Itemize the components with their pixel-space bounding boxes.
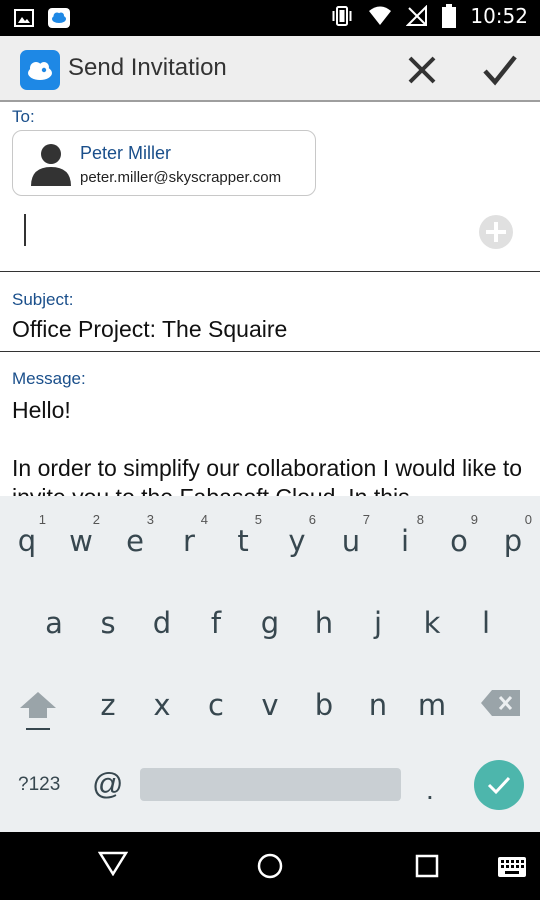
key-x[interactable]: x (135, 664, 189, 734)
to-label: To: (12, 107, 35, 126)
no-signal-icon (406, 5, 428, 26)
key-a[interactable]: a (27, 582, 81, 652)
key-w[interactable]: 2w (54, 500, 108, 570)
message-label: Message: (12, 369, 86, 388)
key-label: h (314, 606, 334, 640)
key-label: p (503, 524, 523, 558)
key-label: o (450, 524, 468, 558)
key-f[interactable]: f (189, 582, 243, 652)
vibrate-icon (332, 6, 352, 26)
recipient-email: peter.miller@skyscrapper.com (80, 169, 282, 186)
key-label: f (210, 606, 222, 640)
key-label: v (261, 688, 279, 722)
key-z[interactable]: z (81, 664, 135, 734)
key-i[interactable]: 8i (378, 500, 432, 570)
shift-key-icon[interactable] (16, 684, 60, 734)
key-l[interactable]: l (459, 582, 513, 652)
at-key[interactable]: @ (92, 766, 123, 802)
key-label: z (100, 688, 116, 722)
navigation-bar (0, 832, 540, 900)
back-icon[interactable] (98, 850, 128, 876)
cloud-logo-icon (20, 50, 60, 90)
recipient-input[interactable] (12, 208, 472, 252)
period-key[interactable]: . (426, 774, 434, 806)
key-u[interactable]: 7u (324, 500, 378, 570)
keyboard-switch-icon[interactable] (497, 856, 527, 878)
key-label: u (341, 524, 361, 558)
key-label: k (423, 606, 441, 640)
key-label: j (373, 606, 383, 640)
key-label: w (69, 524, 93, 558)
avatar-icon (31, 144, 71, 186)
page-title: Send Invitation (68, 54, 227, 81)
divider (0, 271, 540, 272)
app-bar: Send Invitation (0, 36, 540, 102)
key-label: m (417, 688, 447, 722)
key-d[interactable]: d (135, 582, 189, 652)
subject-field[interactable]: Office Project: The Squaire (12, 316, 287, 343)
divider (0, 351, 540, 352)
key-r[interactable]: 4r (162, 500, 216, 570)
send-button[interactable] (478, 48, 522, 92)
enter-key[interactable] (474, 760, 524, 810)
text-caret (24, 214, 26, 246)
key-label: r (183, 524, 195, 558)
close-icon (408, 56, 436, 84)
status-bar: 10:52 (0, 0, 540, 36)
wifi-icon (369, 6, 392, 25)
key-label: g (260, 606, 280, 640)
key-b[interactable]: b (297, 664, 351, 734)
key-label: x (153, 688, 171, 722)
close-button[interactable] (400, 50, 444, 90)
key-label: i (400, 524, 410, 558)
key-t[interactable]: 5t (216, 500, 270, 570)
key-k[interactable]: k (405, 582, 459, 652)
key-label: t (237, 524, 249, 558)
recipient-name: Peter Miller (80, 143, 172, 163)
key-label: s (100, 606, 116, 640)
space-key[interactable] (140, 768, 401, 801)
recents-icon[interactable] (415, 854, 439, 878)
key-q[interactable]: 1q (0, 500, 54, 570)
key-y[interactable]: 6y (270, 500, 324, 570)
key-s[interactable]: s (81, 582, 135, 652)
key-label: n (368, 688, 388, 722)
key-label: c (208, 688, 224, 722)
key-label: a (45, 606, 63, 640)
add-recipient-icon[interactable] (478, 214, 514, 250)
cloud-app-notification-icon (48, 8, 70, 28)
key-v[interactable]: v (243, 664, 297, 734)
home-icon[interactable] (256, 852, 284, 880)
key-label: b (314, 688, 334, 722)
battery-icon (442, 4, 457, 28)
key-label: q (17, 524, 37, 558)
recipient-chip[interactable]: Peter Miller peter.miller@skyscrapper.co… (12, 130, 316, 196)
key-j[interactable]: j (351, 582, 405, 652)
checkmark-icon (483, 55, 517, 86)
checkmark-icon (487, 776, 511, 795)
key-h[interactable]: h (297, 582, 351, 652)
key-n[interactable]: n (351, 664, 405, 734)
key-label: y (288, 524, 306, 558)
subject-label: Subject: (12, 290, 74, 309)
status-clock: 10:52 (470, 4, 528, 28)
key-g[interactable]: g (243, 582, 297, 652)
key-label: l (481, 606, 491, 640)
image-notification-icon (14, 9, 34, 27)
key-c[interactable]: c (189, 664, 243, 734)
message-field[interactable]: Hello! In order to simplify our collabor… (12, 396, 532, 496)
backspace-key-icon[interactable] (480, 688, 522, 718)
key-label: d (152, 606, 172, 640)
key-label: e (126, 524, 144, 558)
key-o[interactable]: 9o (432, 500, 486, 570)
key-p[interactable]: 0p (486, 500, 540, 570)
key-m[interactable]: m (405, 664, 459, 734)
symbols-key[interactable]: ?123 (18, 774, 60, 796)
key-e[interactable]: 3e (108, 500, 162, 570)
